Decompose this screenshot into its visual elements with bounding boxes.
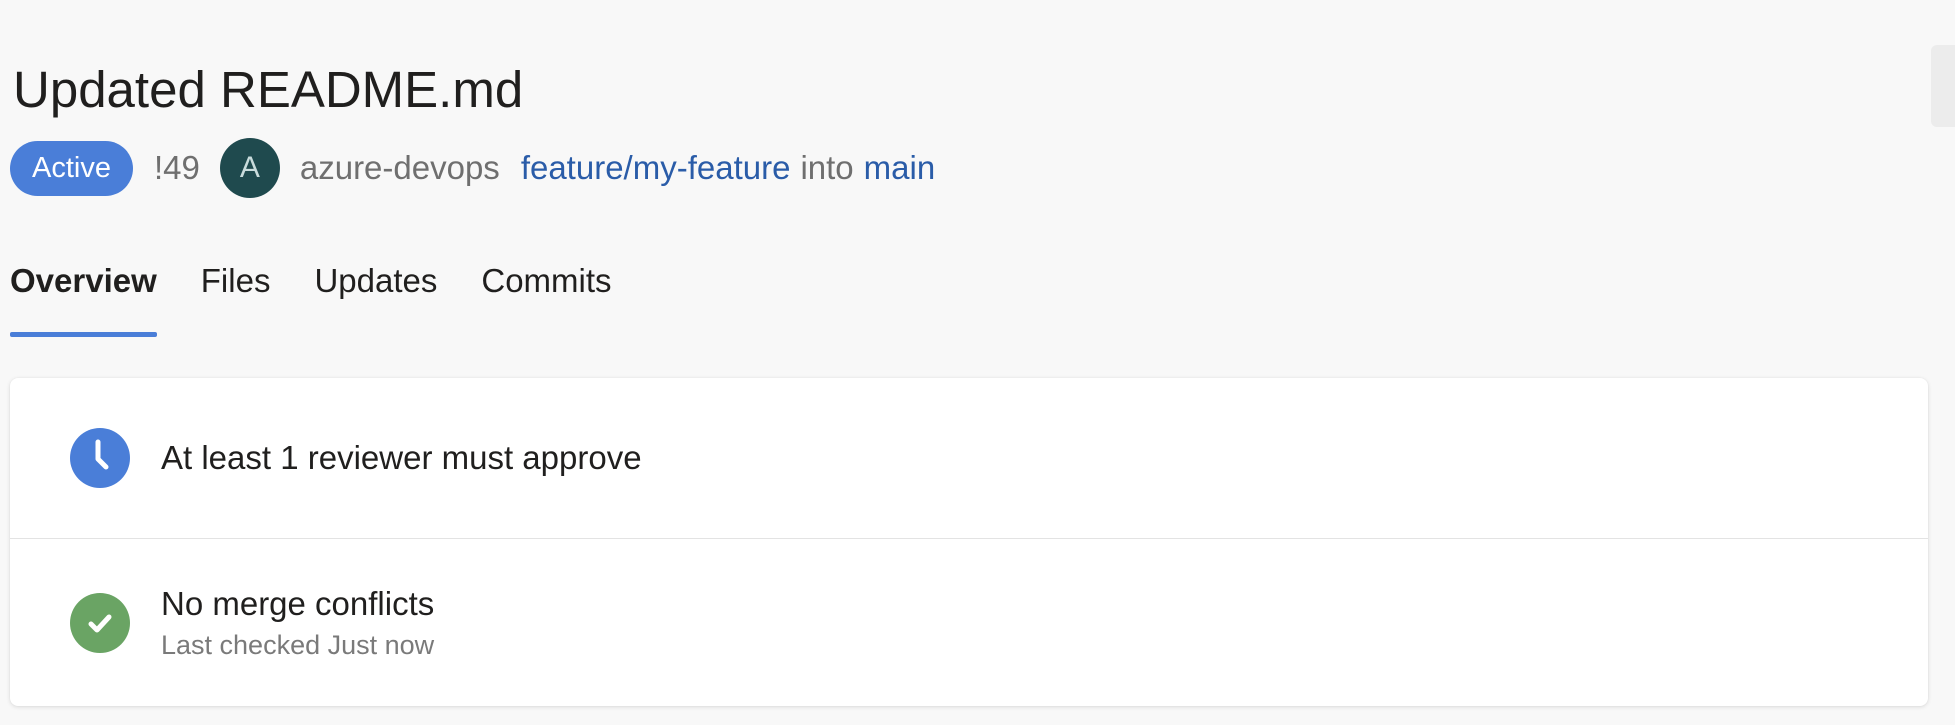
tab-updates[interactable]: Updates — [314, 254, 437, 338]
policy-title: At least 1 reviewer must approve — [161, 439, 642, 476]
avatar[interactable]: A — [219, 138, 280, 198]
into-label: into — [800, 149, 854, 186]
policy-panel: At least 1 reviewer must approve No merg… — [10, 378, 1928, 706]
scrollbar-thumb[interactable] — [1931, 45, 1955, 127]
target-branch-link[interactable]: main — [864, 149, 936, 187]
policy-subtitle: Last checked Just now — [161, 629, 435, 660]
check-circle-icon — [70, 592, 130, 653]
status-badge: Active — [10, 140, 133, 196]
tab-commits[interactable]: Commits — [481, 254, 611, 338]
policy-row-reviewers: At least 1 reviewer must approve — [10, 378, 1928, 539]
pr-meta: Active !49 A azure-devops feature/my-fea… — [10, 138, 935, 198]
page-title: Updated README.md — [13, 61, 524, 118]
source-branch-link[interactable]: feature/my-feature — [521, 149, 791, 187]
tab-files[interactable]: Files — [201, 254, 271, 338]
tab-bar: Overview Files Updates Commits — [10, 254, 656, 338]
policy-title: No merge conflicts — [161, 584, 435, 622]
pr-id: !49 — [153, 149, 200, 186]
author-name[interactable]: azure-devops — [300, 149, 500, 187]
clock-icon — [70, 428, 130, 488]
policy-row-merge-conflicts: No merge conflicts Last checked Just now — [10, 539, 1928, 706]
tab-overview[interactable]: Overview — [10, 254, 157, 338]
